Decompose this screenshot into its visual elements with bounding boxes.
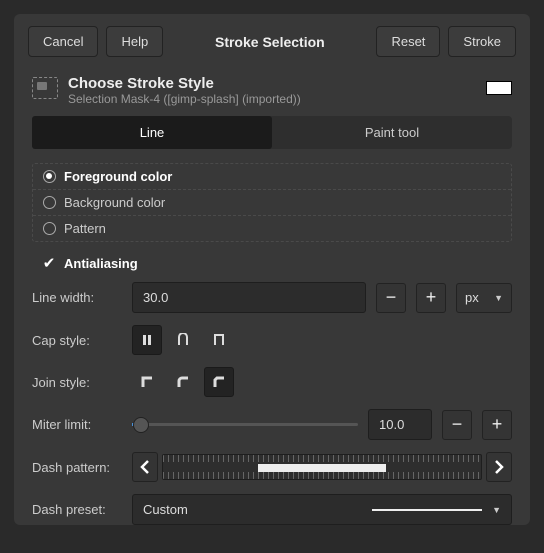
dash-preset-value: Custom <box>143 502 188 517</box>
join-miter-icon <box>140 375 154 389</box>
unit-label: px <box>465 290 479 305</box>
dash-preview-icon <box>372 509 482 511</box>
cap-round-button[interactable] <box>168 325 198 355</box>
tab-paint-tool[interactable]: Paint tool <box>272 116 512 149</box>
miter-decrement[interactable]: − <box>442 410 472 440</box>
join-style-row: Join style: <box>32 367 512 397</box>
radio-label: Foreground color <box>64 169 172 184</box>
radio-pattern[interactable]: Pattern <box>33 216 511 241</box>
line-width-increment[interactable]: + <box>416 283 446 313</box>
miter-limit-slider[interactable] <box>132 410 358 440</box>
page-subtitle: Selection Mask-4 ([gimp-splash] (importe… <box>68 92 301 106</box>
radio-foreground[interactable]: Foreground color <box>33 164 511 190</box>
chevron-left-icon <box>139 460 151 474</box>
chevron-down-icon: ▼ <box>492 505 501 515</box>
title-block: Choose Stroke Style Selection Mask-4 ([g… <box>14 69 530 116</box>
line-width-unit-select[interactable]: px ▼ <box>456 283 512 313</box>
join-bevel-icon <box>212 375 226 389</box>
line-width-decrement[interactable]: − <box>376 283 406 313</box>
dash-preset-select[interactable]: Custom ▼ <box>132 494 512 525</box>
chevron-right-icon <box>493 460 505 474</box>
radio-icon <box>43 196 56 209</box>
antialiasing-checkbox[interactable]: ✔ Antialiasing <box>32 248 512 282</box>
color-source-group: Foreground color Background color Patter… <box>32 163 512 242</box>
dash-scroll-left[interactable] <box>132 452 158 482</box>
dash-pattern-editor[interactable] <box>162 454 482 480</box>
tabs: Line Paint tool <box>32 116 512 149</box>
color-swatch[interactable] <box>486 81 512 95</box>
radio-label: Background color <box>64 195 165 210</box>
radio-icon <box>43 170 56 183</box>
cap-style-row: Cap style: <box>32 325 512 355</box>
miter-limit-input[interactable] <box>368 409 432 440</box>
dialog-header: Cancel Help Stroke Selection Reset Strok… <box>14 14 530 69</box>
line-width-row: Line width: − + px ▼ <box>32 282 512 313</box>
dash-preset-row: Dash preset: Custom ▼ <box>32 494 512 525</box>
checkbox-label: Antialiasing <box>64 256 138 271</box>
cancel-button[interactable]: Cancel <box>28 26 98 57</box>
radio-background[interactable]: Background color <box>33 190 511 216</box>
cap-butt-icon <box>140 333 154 347</box>
selection-mask-icon <box>32 77 58 99</box>
join-style-label: Join style: <box>32 375 122 390</box>
reset-button[interactable]: Reset <box>376 26 440 57</box>
chevron-down-icon: ▼ <box>494 293 503 303</box>
line-width-label: Line width: <box>32 290 122 305</box>
dash-scroll-right[interactable] <box>486 452 512 482</box>
dash-pattern-label: Dash pattern: <box>32 460 122 475</box>
radio-icon <box>43 222 56 235</box>
stroke-button[interactable]: Stroke <box>448 26 516 57</box>
page-title: Choose Stroke Style <box>68 75 301 92</box>
join-round-button[interactable] <box>168 367 198 397</box>
join-round-icon <box>176 375 190 389</box>
join-miter-button[interactable] <box>132 367 162 397</box>
tab-line[interactable]: Line <box>32 116 272 149</box>
cap-butt-button[interactable] <box>132 325 162 355</box>
dash-pattern-row: Dash pattern: <box>32 452 512 482</box>
cap-square-button[interactable] <box>204 325 234 355</box>
cap-square-icon <box>212 333 226 347</box>
join-bevel-button[interactable] <box>204 367 234 397</box>
help-button[interactable]: Help <box>106 26 163 57</box>
miter-limit-row: Miter limit: − + <box>32 409 512 440</box>
miter-increment[interactable]: + <box>482 410 512 440</box>
miter-limit-label: Miter limit: <box>32 417 122 432</box>
checkmark-icon: ✔ <box>42 254 56 272</box>
stroke-selection-dialog: Cancel Help Stroke Selection Reset Strok… <box>14 14 530 525</box>
cap-round-icon <box>176 333 190 347</box>
dash-preset-label: Dash preset: <box>32 502 122 517</box>
dialog-title: Stroke Selection <box>211 34 329 50</box>
radio-label: Pattern <box>64 221 106 236</box>
cap-style-label: Cap style: <box>32 333 122 348</box>
line-width-input[interactable] <box>132 282 366 313</box>
